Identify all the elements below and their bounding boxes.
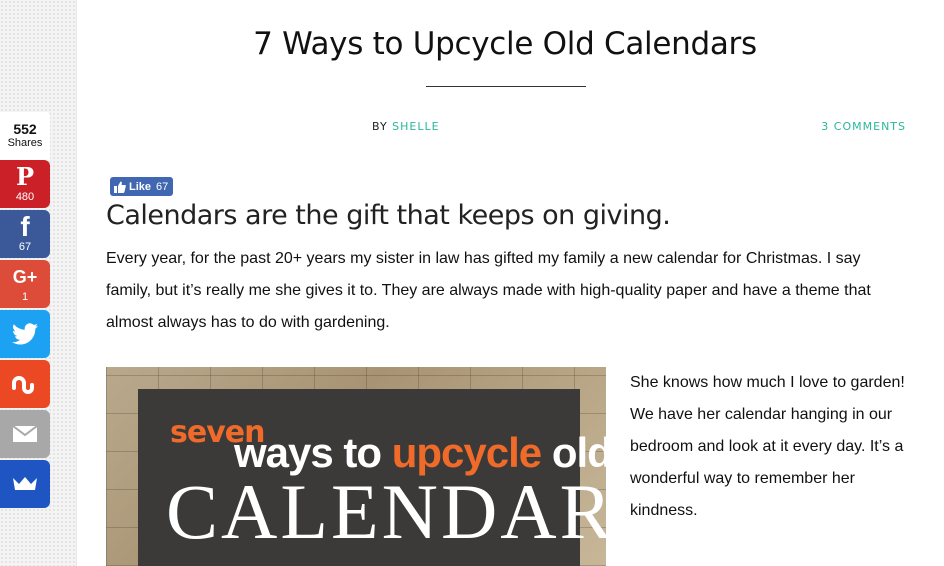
crown-share-button[interactable] <box>0 460 50 508</box>
pinterest-share-button[interactable]: P 480 <box>0 160 50 208</box>
stumbleupon-share-button[interactable] <box>0 360 50 408</box>
side-paragraph: She knows how much I love to garden! We … <box>630 374 905 519</box>
like-count: 67 <box>156 180 169 193</box>
thumbs-up-icon <box>114 181 126 193</box>
facebook-share-button[interactable]: f 67 <box>0 210 50 258</box>
title-divider <box>426 86 586 87</box>
twitter-icon <box>12 323 38 345</box>
share-total-count: 552 <box>13 121 37 137</box>
like-label: Like <box>129 180 152 193</box>
comments-link[interactable]: 3 COMMENTS <box>821 120 906 133</box>
author-link[interactable]: SHELLE <box>392 120 439 133</box>
social-share-bar: 552 Shares P 480 f 67 G+ 1 <box>0 112 50 510</box>
article-subheading: Calendars are the gift that keeps on giv… <box>106 200 671 231</box>
facebook-icon: f <box>20 211 30 242</box>
twitter-share-button[interactable] <box>0 310 50 358</box>
page-title: 7 Ways to Upcycle Old Calendars <box>253 26 757 62</box>
google-plus-share-button[interactable]: G+ 1 <box>0 260 50 308</box>
pinterest-share-count: 480 <box>15 191 35 203</box>
stumbleupon-icon <box>12 376 34 394</box>
share-total-label: Shares <box>7 137 43 149</box>
envelope-icon <box>12 425 38 442</box>
facebook-share-count: 67 <box>18 241 32 253</box>
share-total: 552 Shares <box>0 112 50 160</box>
byline-prefix: BY <box>372 120 388 133</box>
email-share-button[interactable] <box>0 410 50 458</box>
google-plus-share-count: 1 <box>21 291 29 303</box>
google-plus-icon: G+ <box>12 267 38 287</box>
hero-image-line3: CALENDARS <box>166 468 606 555</box>
byline: BY SHELLE <box>372 120 440 133</box>
pinterest-icon: P <box>15 162 35 191</box>
crown-icon <box>13 477 37 490</box>
facebook-like-button[interactable]: Like 67 <box>110 177 174 196</box>
intro-paragraph: Every year, for the past 20+ years my si… <box>106 250 871 331</box>
hero-image: seven ways to upcycle old CALENDARS <box>106 367 606 566</box>
